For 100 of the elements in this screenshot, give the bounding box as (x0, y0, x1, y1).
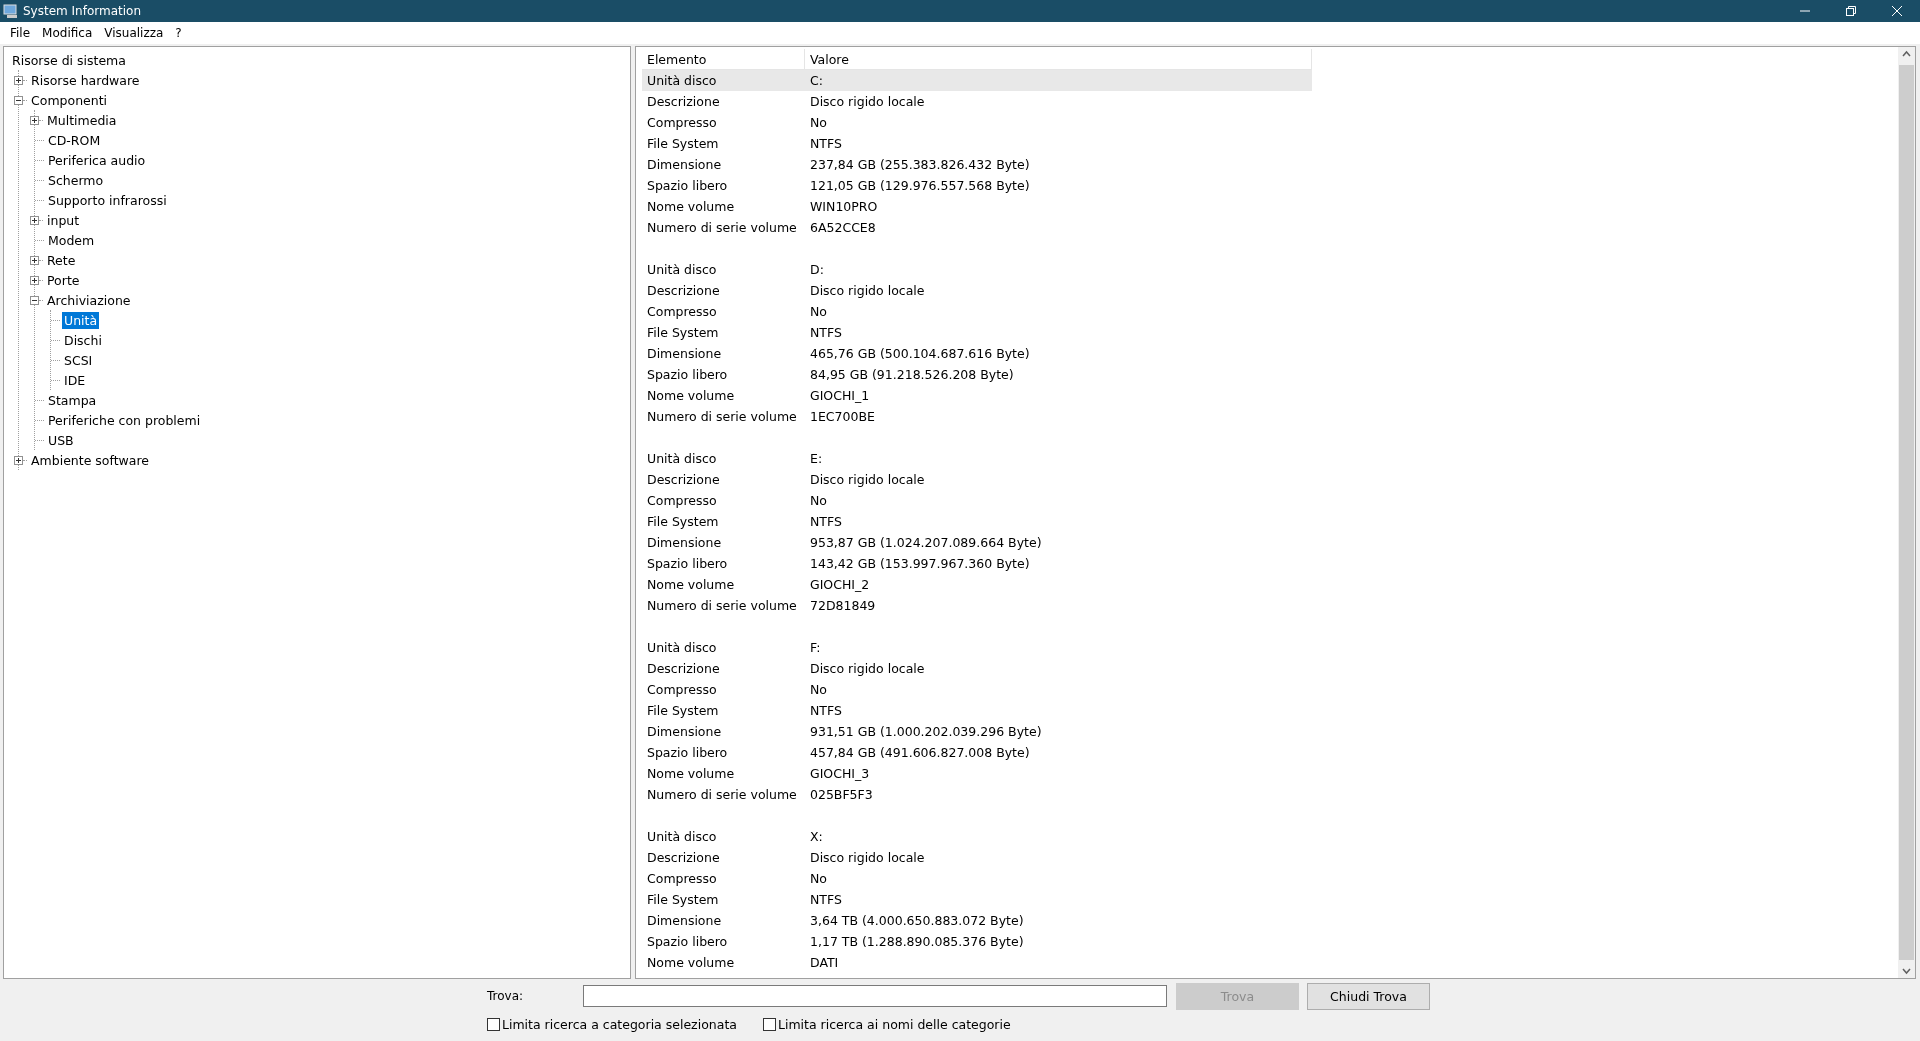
table-cell-text: Nome volume (646, 766, 736, 781)
table-cell-text: Descrizione (646, 850, 721, 865)
checkbox[interactable] (762, 1017, 776, 1031)
table-row[interactable]: Unità disco X: (642, 826, 1312, 847)
tree-item[interactable]: IDE (62, 371, 88, 389)
tree-item[interactable]: Rete (45, 251, 78, 269)
tree-item[interactable]: Archiviazione (45, 291, 133, 309)
collapse-icon[interactable] (30, 295, 39, 305)
tree-item[interactable]: Supporto infrarossi (46, 191, 169, 209)
expand-icon[interactable] (30, 275, 39, 285)
table-row[interactable]: File System NTFS (642, 889, 1312, 910)
table-row[interactable]: Descrizione Disco rigido locale (642, 847, 1312, 868)
tree-item[interactable]: Ambiente software (29, 451, 151, 469)
table-row[interactable]: Nome volume GIOCHI_2 (642, 574, 1312, 595)
tree-item[interactable]: USB (46, 431, 76, 449)
table-row[interactable]: Compresso No (642, 112, 1312, 133)
table-row[interactable]: Descrizione Disco rigido locale (642, 469, 1312, 490)
table-row[interactable]: Nome volume GIOCHI_3 (642, 763, 1312, 784)
table-row[interactable]: Nome volume WIN10PRO (642, 196, 1312, 217)
tree-item[interactable]: Dischi (62, 331, 104, 349)
table-row[interactable]: File System NTFS (642, 511, 1312, 532)
table-cell-text: Unità disco (646, 829, 718, 844)
checkbox[interactable] (487, 1017, 500, 1031)
table-row[interactable]: Compresso No (642, 301, 1312, 322)
tree-item[interactable]: input (45, 211, 82, 229)
table-cell-text: Numero di serie volume (646, 409, 798, 424)
table-row[interactable]: Compresso No (642, 679, 1312, 700)
tree-item[interactable]: Risorse hardware (29, 71, 142, 89)
table-row[interactable]: Compresso No (642, 868, 1312, 889)
table-row[interactable]: File System NTFS (642, 133, 1312, 154)
table-cell-text: Dimensione (646, 535, 723, 550)
table-row[interactable]: Dimensione 953,87 GB (1.024.207.089.664 Byte) (642, 532, 1312, 553)
table-cell-text: NTFS (809, 514, 843, 529)
tree-item[interactable]: Componenti (29, 91, 110, 109)
table-row[interactable]: Numero di serie volume 72D81849 (642, 595, 1312, 616)
expand-icon[interactable] (30, 215, 39, 225)
table-row[interactable]: Unità disco C: (642, 70, 1312, 91)
table-row[interactable]: Nome volume GIOCHI_1 (642, 385, 1312, 406)
menu-item[interactable]: Modifica (36, 26, 99, 40)
table-row[interactable]: Dimensione 465,76 GB (500.104.687.616 Byte) (642, 343, 1312, 364)
table-row[interactable]: Nome volume DATI (642, 952, 1312, 973)
table-row[interactable]: Dimensione 931,51 GB (1.000.202.039.296 Byte) (642, 721, 1312, 742)
table-cell-text: Descrizione (646, 661, 721, 676)
table-row[interactable]: Descrizione Disco rigido locale (642, 280, 1312, 301)
table-row[interactable]: File System NTFS (642, 700, 1312, 721)
table-row[interactable]: Spazio libero 143,42 GB (153.997.967.360 Byte) (642, 553, 1312, 574)
table-row[interactable]: Dimensione 237,84 GB (255.383.826.432 Byte) (642, 154, 1312, 175)
table-row[interactable]: Spazio libero 84,95 GB (91.218.526.208 Byte) (642, 364, 1312, 385)
collapse-icon[interactable] (14, 95, 23, 105)
table-row[interactable]: Unità disco F: (642, 637, 1312, 658)
scroll-thumb[interactable] (1899, 65, 1914, 960)
tree-item[interactable]: Risorse di sistema (10, 51, 128, 69)
tree-item[interactable]: Porte (45, 271, 82, 289)
find-field[interactable] (583, 985, 1167, 1007)
menu-item[interactable]: Visualizza (98, 26, 170, 40)
table-cell-text: DATI (809, 955, 840, 970)
table-cell-text: Nome volume (646, 388, 736, 403)
expand-icon[interactable] (14, 455, 23, 465)
tree-item[interactable]: Schermo (46, 171, 106, 189)
tree-item[interactable]: Periferica audio (46, 151, 148, 169)
column-header[interactable]: Valore (805, 49, 1312, 69)
table-row[interactable]: Descrizione Disco rigido locale (642, 91, 1312, 112)
close-find-button[interactable]: Chiudi Trova (1307, 982, 1430, 1010)
tree-item[interactable]: Multimedia (45, 111, 119, 129)
table-cell-text: No (809, 493, 828, 508)
table-row[interactable]: Spazio libero 1,17 TB (1.288.890.085.376 Byte) (642, 931, 1312, 952)
tree-item[interactable]: Modem (46, 231, 97, 249)
expand-icon[interactable] (14, 75, 23, 85)
table-cell-text: File System (646, 325, 720, 340)
table-cell-text: Unità disco (646, 451, 718, 466)
table-row[interactable]: Compresso No (642, 490, 1312, 511)
table-row[interactable]: Unità disco D: (642, 259, 1312, 280)
table-row[interactable]: Dimensione 3,64 TB (4.000.650.883.072 Byte) (642, 910, 1312, 931)
tree-item[interactable]: Unità (62, 311, 100, 329)
expand-icon[interactable] (30, 255, 39, 265)
tree-item[interactable]: Periferiche con problemi (46, 411, 203, 429)
table-row[interactable]: Unità disco E: (642, 448, 1312, 469)
table-row[interactable]: Numero di serie volume 1EC700BE (642, 406, 1312, 427)
table-cell-text: Descrizione (646, 472, 721, 487)
expand-icon[interactable] (30, 115, 39, 125)
table-row[interactable]: Numero di serie volume 025BF5F3 (642, 784, 1312, 805)
table-row[interactable]: Descrizione Disco rigido locale (642, 658, 1312, 679)
computer-icon (3, 3, 19, 19)
column-header[interactable]: Elemento (642, 49, 805, 69)
tree-item[interactable]: CD-ROM (46, 131, 103, 149)
table-row[interactable]: File System NTFS (642, 322, 1312, 343)
table-row[interactable]: Numero di serie volume 6A52CCE8 (642, 217, 1312, 238)
menu-item[interactable]: File (4, 26, 37, 40)
table-row[interactable]: Spazio libero 457,84 GB (491.606.827.008 Byte) (642, 742, 1312, 763)
scrollbar[interactable] (1898, 47, 1915, 978)
tree-item[interactable]: Stampa (46, 391, 99, 409)
table-cell-text: 457,84 GB (491.606.827.008 Byte) (809, 745, 1031, 760)
table-cell-text: No (809, 871, 828, 886)
table-cell-text: WIN10PRO (809, 199, 879, 214)
table-cell-text: Nome volume (646, 577, 736, 592)
table-row[interactable]: Spazio libero 121,05 GB (129.976.557.568 Byte) (642, 175, 1312, 196)
menu-item[interactable]: ? (169, 26, 188, 40)
table-cell-text: Disco rigido locale (809, 661, 926, 676)
tree-item[interactable]: SCSI (62, 351, 95, 369)
table-cell-text: Descrizione (646, 283, 721, 298)
